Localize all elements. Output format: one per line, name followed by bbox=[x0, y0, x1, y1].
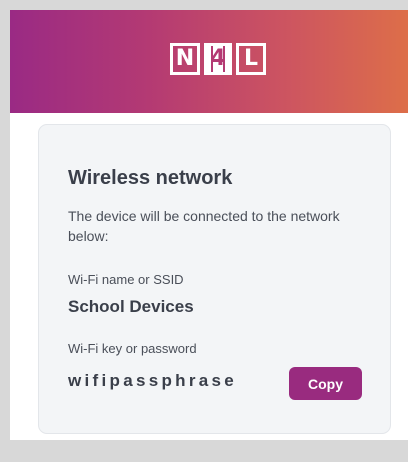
ssid-label: Wi-Fi name or SSID bbox=[68, 272, 184, 287]
ssid-value: School Devices bbox=[68, 297, 194, 316]
n4l-logo: N 4 L bbox=[170, 42, 266, 76]
password-label: Wi-Fi key or password bbox=[68, 341, 197, 356]
logo-letter-l: L bbox=[236, 43, 266, 75]
copy-button[interactable]: Copy bbox=[289, 367, 362, 400]
password-value: wifipassphrase bbox=[68, 371, 238, 390]
logo-letter-n: N bbox=[170, 43, 200, 75]
page-frame: N 4 L Wireless network The device will b… bbox=[10, 10, 408, 440]
brand-header: N 4 L bbox=[10, 10, 408, 113]
card-description: The device will be connected to the netw… bbox=[68, 208, 340, 244]
wireless-network-card: Wireless network The device will be conn… bbox=[38, 124, 391, 434]
logo-letter-4: 4 bbox=[204, 43, 232, 75]
card-title: Wireless network bbox=[68, 167, 233, 189]
